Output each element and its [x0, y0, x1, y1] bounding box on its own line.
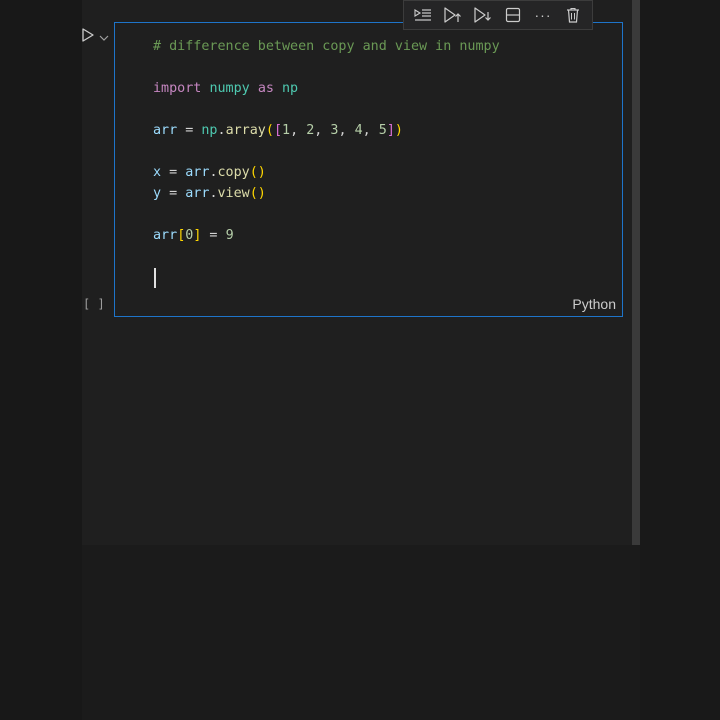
code-line[interactable]: arr = np.array([1, 2, 3, 4, 5]) — [153, 120, 500, 141]
play-icon — [82, 28, 94, 42]
execution-count: [ ] — [83, 297, 105, 311]
code-token-keyword: import — [153, 81, 202, 96]
code-token-num: 5 — [378, 123, 387, 138]
code-token-paren2: [ — [273, 123, 282, 138]
text-cursor — [154, 268, 156, 288]
code-token-var: x — [153, 165, 162, 180]
split-cell-icon — [505, 7, 521, 23]
run-below-icon — [474, 7, 491, 23]
code-line[interactable]: import numpy as np — [153, 78, 500, 99]
code-token-var: arr — [153, 228, 178, 243]
code-token-keyword: as — [257, 81, 274, 96]
code-token-op: = — [161, 165, 186, 180]
code-line[interactable] — [153, 246, 500, 267]
code-token-op: , — [290, 123, 307, 138]
code-token-op: . — [209, 186, 218, 201]
code-token-op: , — [314, 123, 331, 138]
code-token-num: 9 — [225, 228, 234, 243]
code-token-paren1: ( — [265, 123, 274, 138]
delete-icon — [567, 7, 579, 23]
execute-above-button[interactable] — [412, 4, 434, 26]
run-above-icon — [444, 7, 461, 23]
code-token-func: array — [225, 123, 266, 138]
code-token-var: arr — [185, 186, 210, 201]
vertical-scrollbar[interactable] — [632, 0, 640, 545]
code-token-func: view — [217, 186, 250, 201]
code-token-var: arr — [153, 123, 178, 138]
code-token-comment: # difference between copy and view in nu… — [153, 39, 500, 54]
cell-toolbar: ··· — [403, 0, 593, 30]
code-line[interactable]: y = arr.view() — [153, 183, 500, 204]
code-line[interactable] — [153, 99, 500, 120]
run-cell-button[interactable] — [80, 27, 96, 43]
right-panel — [640, 0, 720, 720]
code-line[interactable] — [153, 141, 500, 162]
code-token-num: 4 — [354, 123, 363, 138]
more-actions-button[interactable]: ··· — [532, 4, 554, 26]
code-token-paren1: () — [249, 165, 266, 180]
run-below-button[interactable] — [472, 4, 494, 26]
code-token-op — [250, 81, 258, 96]
code-token-paren2: ] — [386, 123, 395, 138]
code-token-num: 1 — [282, 123, 291, 138]
chevron-down-icon — [99, 35, 109, 41]
code-token-module: numpy — [209, 81, 250, 96]
code-token-op: = — [161, 186, 186, 201]
code-token-func: copy — [217, 165, 250, 180]
code-cell[interactable]: # difference between copy and view in nu… — [114, 22, 623, 317]
code-token-paren1: ) — [394, 123, 403, 138]
code-line[interactable]: arr[0] = 9 — [153, 225, 500, 246]
code-token-op: , — [362, 123, 379, 138]
code-line[interactable]: x = arr.copy() — [153, 162, 500, 183]
split-cell-button[interactable] — [502, 4, 524, 26]
code-line[interactable]: # difference between copy and view in nu… — [153, 36, 500, 57]
run-above-button[interactable] — [442, 4, 464, 26]
code-line[interactable] — [153, 204, 500, 225]
code-token-module: np — [201, 123, 218, 138]
code-token-op: . — [209, 165, 218, 180]
code-token-var: y — [153, 186, 162, 201]
delete-cell-button[interactable] — [562, 4, 584, 26]
code-token-op: , — [338, 123, 355, 138]
code-token-module: np — [282, 81, 299, 96]
code-token-op: = — [201, 228, 226, 243]
left-panel — [0, 0, 82, 720]
code-token-op — [274, 81, 282, 96]
execute-above-icon — [414, 9, 431, 21]
more-icon: ··· — [534, 7, 552, 23]
cell-language-label[interactable]: Python — [572, 296, 616, 312]
code-token-op: . — [217, 123, 226, 138]
code-token-var: arr — [185, 165, 210, 180]
code-token-paren1: () — [249, 186, 266, 201]
code-token-op: = — [177, 123, 202, 138]
run-options-button[interactable] — [98, 30, 110, 41]
code-editor[interactable]: # difference between copy and view in nu… — [153, 36, 500, 267]
code-line[interactable] — [153, 57, 500, 78]
